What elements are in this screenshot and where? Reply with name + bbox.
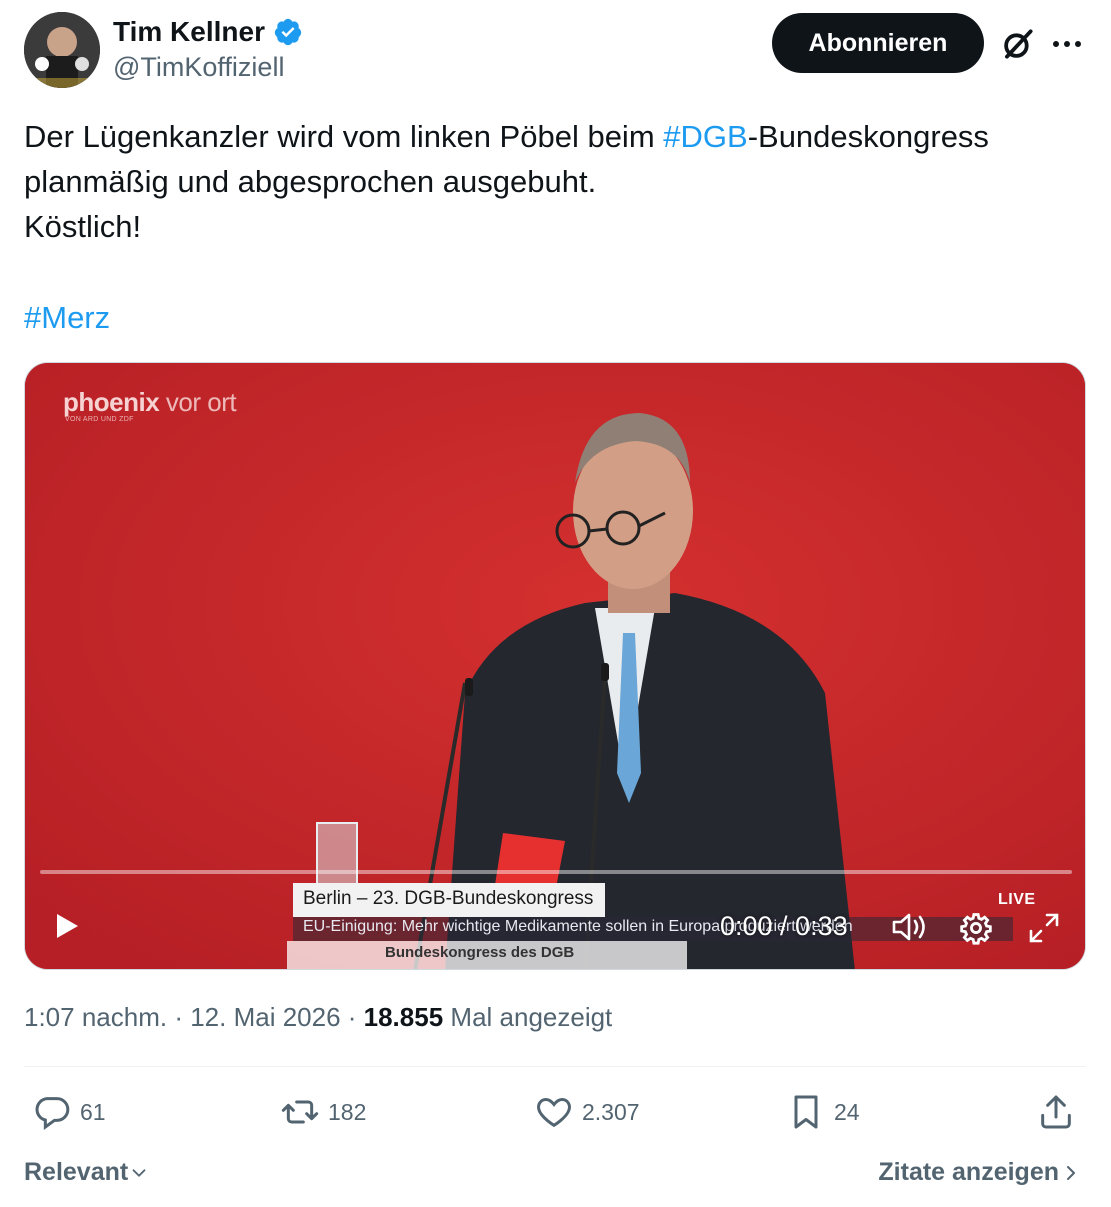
views-label: Mal angezeigt bbox=[450, 1002, 613, 1032]
sort-dropdown[interactable]: Relevant bbox=[24, 1158, 150, 1187]
name-row: Tim Kellner bbox=[113, 16, 303, 48]
chevron-down-icon bbox=[132, 1168, 146, 1177]
share-icon bbox=[1041, 1095, 1071, 1129]
channel-logo-text: phoenix bbox=[63, 387, 160, 417]
volume-icon[interactable] bbox=[891, 910, 929, 944]
bookmark-count: 24 bbox=[834, 1098, 860, 1125]
views-count: 18.855 bbox=[363, 1002, 444, 1032]
repost-icon bbox=[281, 1100, 319, 1124]
bookmark-icon bbox=[794, 1095, 818, 1129]
reply-count: 61 bbox=[80, 1098, 106, 1125]
tweet-text-line-2: planmäßig und abgesprochen ausgebuht. bbox=[24, 164, 597, 199]
reply-button[interactable]: 61 bbox=[32, 1092, 106, 1132]
tweet-text: Der Lügenkanzler wird vom linken Pöbel b… bbox=[24, 114, 1084, 249]
video-time: 0:00 / 0:33 bbox=[720, 911, 848, 941]
sort-label: Relevant bbox=[24, 1158, 129, 1186]
quotes-label: Zitate anzeigen bbox=[878, 1158, 1059, 1186]
meta-separator: · bbox=[167, 1002, 191, 1032]
video-player[interactable]: phoenix vor ort VON ARD UND ZDF Berlin –… bbox=[24, 362, 1086, 970]
tweet-text-segment: Der Lügenkanzler wird vom linken Pöbel b… bbox=[24, 119, 664, 154]
subscribe-button[interactable]: Abonnieren bbox=[772, 13, 984, 73]
bookmark-button[interactable]: 24 bbox=[786, 1092, 860, 1132]
channel-logo-suffix: vor ort bbox=[165, 387, 237, 417]
tweet-header: Tim Kellner @TimKoffiziell Abonnieren bbox=[24, 12, 1087, 92]
show-quotes-link[interactable]: Zitate anzeigen bbox=[878, 1158, 1083, 1187]
tweet-text-line-1: Der Lügenkanzler wird vom linken Pöbel b… bbox=[24, 114, 1084, 159]
hashtag-link-merz[interactable]: #Merz bbox=[24, 295, 110, 340]
tweet-text-segment: -Bundeskongress bbox=[747, 119, 989, 154]
play-icon[interactable] bbox=[53, 911, 81, 941]
channel-logo: phoenix vor ort VON ARD UND ZDF bbox=[63, 387, 237, 423]
repost-count: 182 bbox=[328, 1098, 367, 1125]
channel-logo-sub: VON ARD UND ZDF bbox=[65, 416, 134, 423]
display-name[interactable]: Tim Kellner bbox=[113, 16, 265, 48]
verified-badge-icon bbox=[274, 18, 302, 46]
heart-icon bbox=[537, 1097, 571, 1128]
tweet-meta: 1:07 nachm. · 12. Mai 2026 · 18.855 Mal … bbox=[24, 1002, 612, 1033]
grok-icon[interactable] bbox=[999, 25, 1037, 63]
like-count: 2.307 bbox=[582, 1098, 640, 1125]
live-badge: LIVE bbox=[998, 891, 1036, 908]
like-button[interactable]: 2.307 bbox=[534, 1092, 640, 1132]
more-options-icon[interactable] bbox=[1049, 29, 1085, 59]
hashtag-link-dgb[interactable]: #DGB bbox=[663, 119, 747, 154]
meta-separator: · bbox=[340, 1002, 364, 1032]
tweet-time[interactable]: 1:07 nachm. bbox=[24, 1002, 167, 1032]
tweet-text-line-3: Köstlich! bbox=[24, 209, 142, 244]
action-bar: 61 182 2.307 24 bbox=[24, 1092, 1086, 1140]
tweet-date[interactable]: 12. Mai 2026 bbox=[190, 1002, 340, 1032]
settings-gear-icon[interactable] bbox=[959, 911, 993, 945]
avatar[interactable] bbox=[24, 12, 100, 88]
handle[interactable]: @TimKoffiziell bbox=[113, 52, 284, 83]
lower-third-title: Berlin – 23. DGB-Bundeskongress bbox=[293, 883, 605, 917]
fullscreen-icon[interactable] bbox=[1027, 911, 1061, 945]
divider bbox=[24, 1066, 1086, 1067]
video-progress-bar[interactable] bbox=[40, 870, 1072, 874]
reply-icon bbox=[35, 1097, 70, 1130]
repost-button[interactable]: 182 bbox=[280, 1092, 366, 1132]
lectern-caption: Bundeskongress des DGB bbox=[287, 941, 687, 969]
chevron-right-icon bbox=[1067, 1165, 1075, 1180]
video-frame bbox=[25, 363, 1085, 969]
share-button[interactable] bbox=[1036, 1092, 1076, 1132]
